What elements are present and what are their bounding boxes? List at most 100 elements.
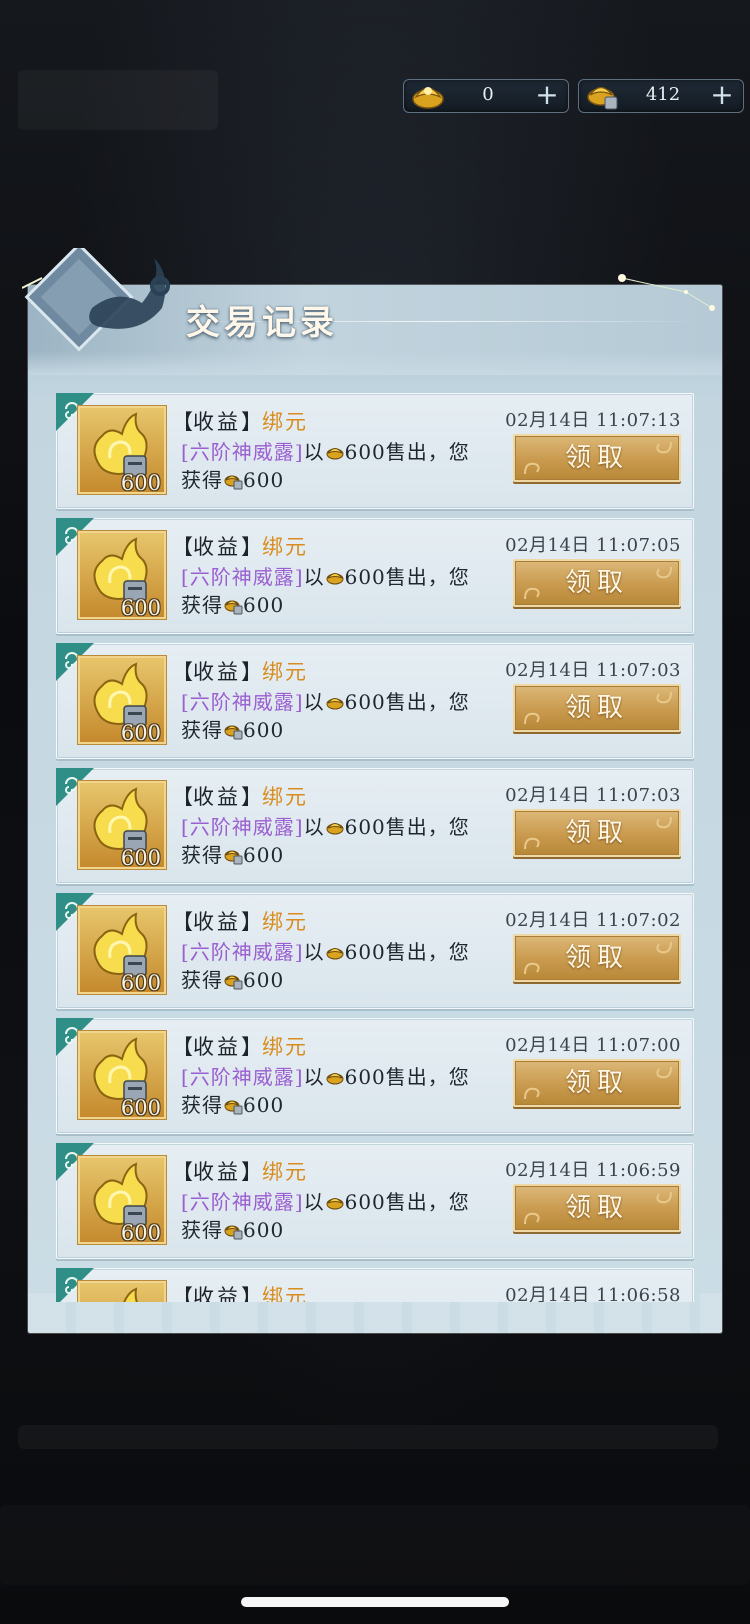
record-price: 600 [344,565,386,589]
record-price: 600 [344,1065,386,1089]
claim-button-label: 领取 [564,818,629,848]
claim-button[interactable]: 领取 [513,434,681,482]
record-currency: 绑元 [262,410,308,434]
claim-button[interactable]: 领取 [513,934,681,982]
trade-record-row: 600 【收益】绑元 02月14日 11:06:58 [六阶神威露]以600售出… [56,1268,694,1302]
cloud-swirl-icon [656,441,672,454]
record-desc-sold: 售出，您 [385,1190,470,1214]
home-indicator[interactable] [241,1597,509,1607]
record-desc-sold: 售出，您 [385,815,470,839]
record-price: 600 [344,1190,386,1214]
star-constellation-icon [618,274,715,311]
record-desc-mid: 以 [303,940,325,964]
record-desc-sold: 售出，您 [385,1065,470,1089]
gold-ingot-icon [326,573,344,585]
record-item-name: [六阶神威露] [181,1190,304,1214]
item-icon[interactable]: 600 [78,531,166,620]
item-icon[interactable]: 600 [78,1156,166,1245]
claim-button[interactable]: 领取 [513,684,681,732]
gold-ingot-icon [326,823,344,835]
item-icon[interactable]: 600 [78,1281,166,1302]
record-category: 【收益】绑元 [172,660,308,684]
gold-ingot-icon [326,948,344,960]
record-price: 600 [344,815,386,839]
record-amount: 600 [243,468,285,492]
add-gold-button[interactable]: + [532,79,562,111]
trade-record-row: 600 【收益】绑元 02月14日 11:07:03 [六阶神威露]以 600售出… [56,643,694,759]
record-item-name: [六阶神威露] [181,690,304,714]
claim-button[interactable]: 领取 [513,809,681,857]
record-item-name: [六阶神威露] [181,940,304,964]
claim-button[interactable]: 领取 [513,1059,681,1107]
add-bound-ingot-button[interactable]: + [707,79,737,111]
cloud-swirl-icon [524,712,540,725]
item-quantity: 600 [120,846,161,870]
item-icon[interactable]: 600 [78,406,166,495]
record-amount: 600 [243,1093,285,1117]
record-desc-got: 获得 [181,1218,223,1242]
record-category: 【收益】绑元 [172,1160,308,1184]
record-time: 02月14日 11:06:59 [505,1160,681,1181]
record-description: [六阶神威露]以 600售出，您 获得 600 [181,438,481,494]
panel-title: 交易记录 [186,303,338,343]
gold-ingot-balance: 0 + [403,79,569,113]
cloud-swirl-icon [524,962,540,975]
record-amount: 600 [243,718,285,742]
claim-button[interactable]: 领取 [513,1184,681,1232]
record-desc-got: 获得 [181,593,223,617]
claim-button-label: 领取 [564,1068,629,1098]
gold-ingot-icon [326,698,344,710]
record-description: [六阶神威露]以 600售出，您 获得 600 [181,938,481,994]
cloud-swirl-icon [524,837,540,850]
fox-emblem-icon [22,248,170,352]
record-amount: 600 [243,968,285,992]
item-icon[interactable]: 600 [78,1031,166,1120]
claim-button-label: 领取 [564,443,629,473]
record-time: 02月14日 11:07:03 [505,660,681,681]
record-amount: 600 [243,1218,285,1242]
record-category: 【收益】绑元 [172,910,308,934]
record-item-name: [六阶神威露] [181,565,304,589]
record-price: 600 [344,690,386,714]
item-quantity: 600 [120,596,161,620]
record-category-label: 收益 [193,785,241,809]
record-desc-got: 获得 [181,843,223,867]
record-item-name: [六阶神威露] [181,440,304,464]
claim-button-label: 领取 [564,1193,629,1223]
record-price: 600 [344,940,386,964]
item-icon[interactable]: 600 [78,656,166,745]
record-currency: 绑元 [262,535,308,559]
record-desc-mid: 以 [303,1190,325,1214]
record-category-label: 收益 [193,1035,241,1059]
item-quantity: 600 [120,471,161,495]
record-desc-sold: 售出，您 [385,690,470,714]
trade-record-list[interactable]: 600 【收益】绑元 02月14日 11:07:13 [六阶神威露]以 600售出… [56,393,694,1302]
cloud-swirl-icon [524,587,540,600]
record-category-label: 收益 [193,1285,241,1302]
record-description: [六阶神威露]以 600售出，您 获得 600 [181,688,481,744]
record-time: 02月14日 11:07:02 [505,910,681,931]
record-category-label: 收益 [193,660,241,684]
gold-ingot-icon [326,1073,344,1085]
record-desc-sold: 售出，您 [385,940,470,964]
item-quantity: 600 [120,1096,161,1120]
record-item-name: [六阶神威露] [181,1065,304,1089]
item-icon[interactable]: 600 [78,781,166,870]
item-icon[interactable]: 600 [78,906,166,995]
cloud-swirl-icon [656,566,672,579]
claim-button[interactable]: 领取 [513,559,681,607]
record-currency: 绑元 [262,660,308,684]
claim-button-label: 领取 [564,568,629,598]
record-category-label: 收益 [193,1160,241,1184]
divine-dew-icon [123,1287,138,1302]
trade-record-row: 600 【收益】绑元 02月14日 11:07:00 [六阶神威露]以 600售出… [56,1018,694,1134]
record-category-label: 收益 [193,535,241,559]
cloud-swirl-icon [656,1191,672,1204]
gold-ingot-value: 0 [482,84,494,105]
trade-record-row: 600 【收益】绑元 02月14日 11:07:05 [六阶神威露]以 600售出… [56,518,694,634]
record-currency: 绑元 [262,785,308,809]
background-footer-bar [18,1425,718,1449]
gold-ingot-icon [326,1198,344,1210]
cloud-swirl-icon [524,1212,540,1225]
bound-ingot-icon [224,1225,243,1240]
